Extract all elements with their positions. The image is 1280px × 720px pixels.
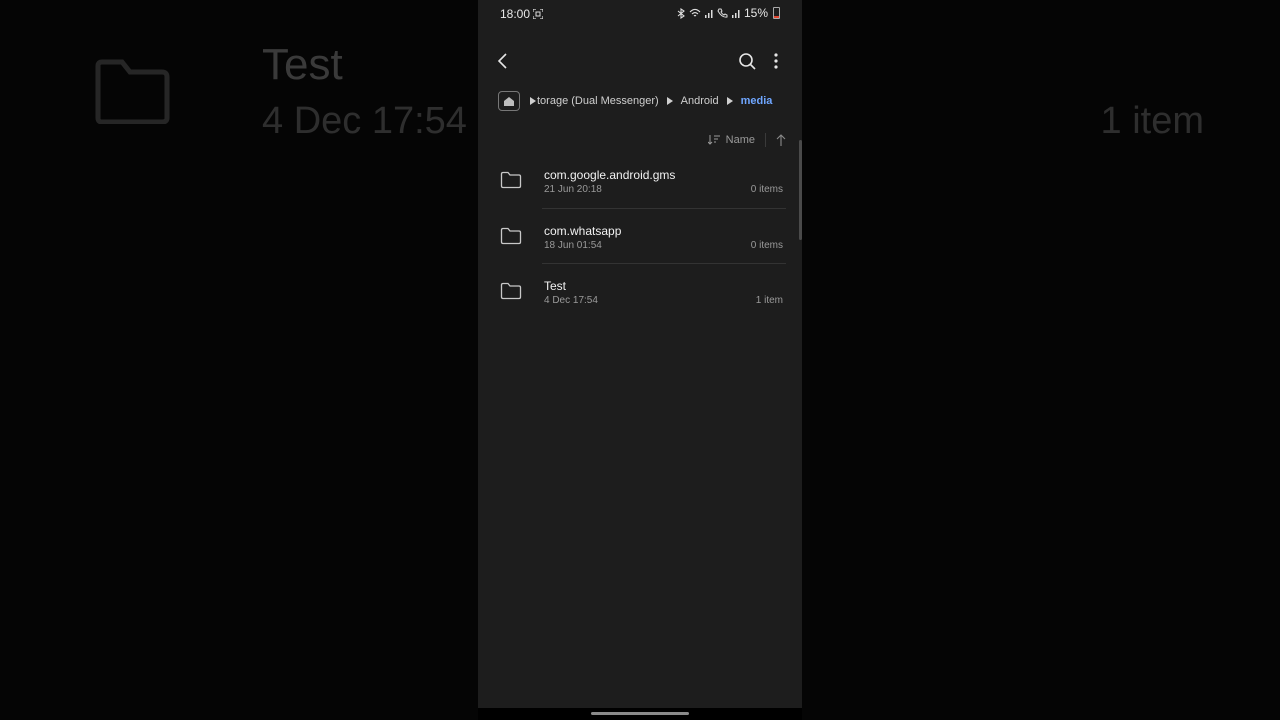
background-count: 1 item <box>1100 100 1204 142</box>
signal-icon-2 <box>731 10 740 18</box>
file-list: com.google.android.gms 21 Jun 20:18 0 it… <box>478 153 802 320</box>
file-name: com.whatsapp <box>544 223 622 238</box>
phone-screen: 18:00 15% torage (Dual Messenger) Androi… <box>478 0 802 720</box>
file-name: Test <box>544 279 567 293</box>
file-date: 21 Jun 20:18 <box>544 184 602 195</box>
breadcrumb-arrow-icon <box>666 97 673 105</box>
sort-label: Name <box>725 134 755 146</box>
app-bar <box>478 40 802 80</box>
file-name: com.google.android.gms <box>544 168 676 182</box>
breadcrumb-item-android[interactable]: Android <box>681 95 719 107</box>
background-title: Test <box>262 40 343 89</box>
background-folder-icon <box>95 59 170 124</box>
battery-icon <box>773 7 780 19</box>
sort-by-button[interactable]: Name <box>707 134 755 146</box>
arrow-up-icon <box>776 134 786 146</box>
bluetooth-icon <box>677 7 685 19</box>
folder-icon <box>500 227 522 244</box>
battery-percent: 15% <box>743 6 768 20</box>
breadcrumb: torage (Dual Messenger) Android media <box>498 90 798 112</box>
scrollbar[interactable] <box>799 140 802 240</box>
breadcrumb-item-storage[interactable]: torage (Dual Messenger) <box>537 95 659 107</box>
home-icon <box>504 96 514 106</box>
item-count: 0 items <box>750 184 783 195</box>
signal-icon <box>704 10 713 18</box>
background-date: 4 Dec 17:54 <box>262 100 467 142</box>
status-icons: 15% <box>677 6 780 20</box>
list-item[interactable]: com.google.android.gms 21 Jun 20:18 0 it… <box>478 153 802 209</box>
list-item[interactable]: com.whatsapp 18 Jun 01:54 0 items <box>478 209 802 264</box>
breadcrumb-arrow-icon <box>726 97 733 105</box>
background-left: Test 4 Dec 17:54 <box>0 0 478 720</box>
list-item[interactable]: Test 4 Dec 17:54 1 item <box>478 264 802 320</box>
sort-bar: Name <box>707 133 786 147</box>
call-icon <box>717 8 728 18</box>
sort-icon <box>707 135 720 145</box>
item-count: 0 items <box>750 239 783 251</box>
status-time: 18:00 <box>500 7 531 21</box>
item-count: 1 item <box>755 295 783 306</box>
sort-divider <box>765 133 766 147</box>
screenshot-icon <box>533 9 543 19</box>
home-gesture-handle[interactable] <box>591 712 689 715</box>
sort-order-button[interactable] <box>776 134 786 146</box>
file-date: 4 Dec 17:54 <box>544 295 598 306</box>
breadcrumb-item-media[interactable]: media <box>741 95 773 107</box>
more-options-button[interactable] <box>766 50 786 72</box>
back-button[interactable] <box>492 50 514 72</box>
search-button[interactable] <box>736 50 758 72</box>
breadcrumb-arrow-icon <box>530 97 536 105</box>
home-button[interactable] <box>498 91 520 111</box>
background-right: 1 item <box>802 0 1280 720</box>
folder-icon <box>500 171 522 189</box>
navigation-bar <box>478 708 802 720</box>
folder-icon <box>500 282 522 300</box>
status-bar: 18:00 15% <box>478 0 802 28</box>
wifi-icon <box>689 8 701 17</box>
file-date: 18 Jun 01:54 <box>544 239 602 251</box>
